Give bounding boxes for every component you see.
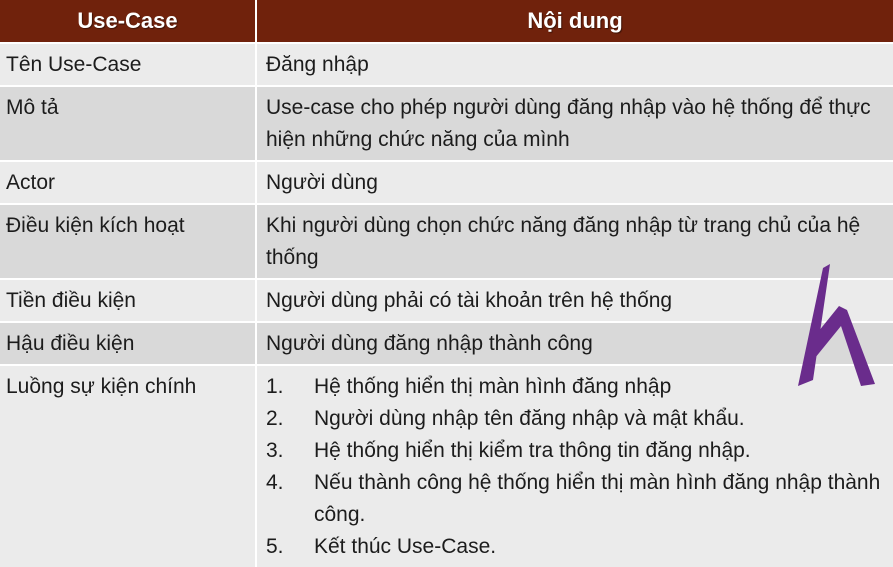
- step-number: 1.: [266, 375, 284, 398]
- header-use-case: Use-Case: [0, 0, 257, 43]
- main-flow-list: 1. Hệ thống hiển thị màn hình đăng nhập 2…: [266, 371, 887, 563]
- row-value-actor: Người dùng: [256, 160, 893, 204]
- table-row: Tiền điều kiện Người dùng phải có tài kh…: [0, 278, 893, 322]
- table-header-row: Use-Case Nội dung: [0, 0, 893, 43]
- list-item: 1. Hệ thống hiển thị màn hình đăng nhập: [266, 371, 887, 403]
- logo-icon: [798, 264, 875, 386]
- row-label-actor: Actor: [0, 160, 257, 204]
- table-row: Mô tả Use-case cho phép người dùng đăng …: [0, 85, 893, 161]
- step-number: 2.: [266, 407, 284, 430]
- table-row: Luồng sự kiện chính 1. Hệ thống hiển thị …: [0, 364, 893, 567]
- list-item: 4. Nếu thành công hệ thống hiển thị màn h…: [266, 467, 887, 531]
- table-row: Actor Người dùng: [0, 160, 893, 204]
- row-label-main-flow: Luồng sự kiện chính: [0, 364, 257, 567]
- row-label-postcondition: Hậu điều kiện: [0, 321, 257, 365]
- step-text: Kết thúc Use-Case.: [314, 535, 497, 558]
- row-label-name: Tên Use-Case: [0, 42, 257, 86]
- row-value-main-flow: 1. Hệ thống hiển thị màn hình đăng nhập 2…: [256, 364, 893, 567]
- list-item: 2. Người dùng nhập tên đăng nhập và mật k…: [266, 403, 887, 435]
- row-value-description: Use-case cho phép người dùng đăng nhập v…: [256, 85, 893, 161]
- row-label-description: Mô tả: [0, 85, 257, 161]
- step-text: Hệ thống hiển thị kiểm tra thông tin đăn…: [314, 439, 751, 462]
- step-number: 5.: [266, 535, 284, 558]
- use-case-table: Use-Case Nội dung Tên Use-Case Đăng nhập…: [0, 0, 893, 567]
- row-label-trigger: Điều kiện kích hoạt: [0, 203, 257, 279]
- step-number: 4.: [266, 471, 284, 494]
- list-item: 3. Hệ thống hiển thị kiểm tra thông tin đ…: [266, 435, 887, 467]
- logo-mark: [798, 264, 875, 386]
- table-row: Hậu điều kiện Người dùng đăng nhập thành…: [0, 321, 893, 365]
- row-label-precondition: Tiền điều kiện: [0, 278, 257, 322]
- step-number: 3.: [266, 439, 284, 462]
- list-item: 5. Kết thúc Use-Case.: [266, 531, 887, 563]
- header-content: Nội dung: [256, 0, 893, 43]
- step-text: Nếu thành công hệ thống hiển thị màn hìn…: [314, 471, 881, 526]
- row-value-name: Đăng nhập: [256, 42, 893, 86]
- step-text: Người dùng nhập tên đăng nhập và mật khẩ…: [314, 407, 745, 430]
- table-row: Tên Use-Case Đăng nhập: [0, 42, 893, 86]
- table-row: Điều kiện kích hoạt Khi người dùng chọn …: [0, 203, 893, 279]
